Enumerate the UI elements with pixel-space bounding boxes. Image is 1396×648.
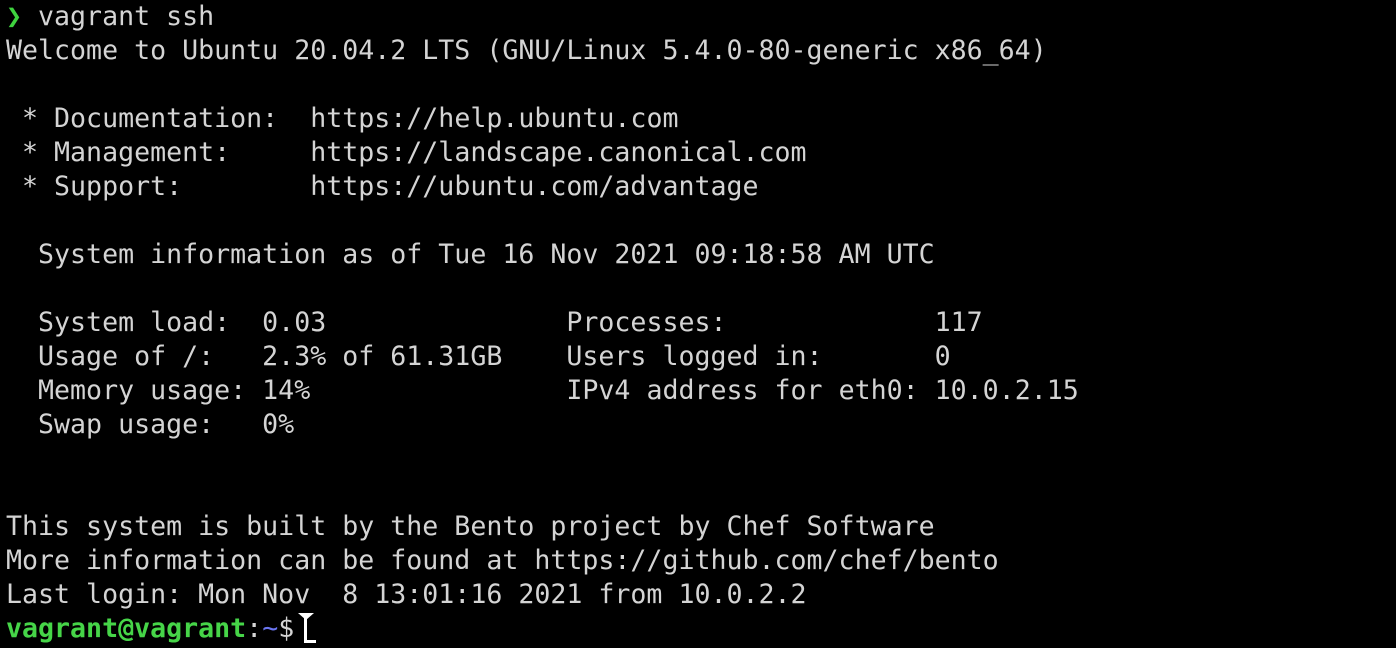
sysinfo-right: Users logged in: 0 [566,341,951,372]
link-line-support: * Support: https://ubuntu.com/advantage [6,170,1396,204]
bento-line-2: More information can be found at https:/… [6,545,999,576]
command-text: vagrant ssh [22,1,215,32]
link-url: https://help.ubuntu.com [310,103,679,134]
sysinfo-right: IPv4 address for eth0: 10.0.2.15 [566,375,1079,406]
sysinfo-left: Usage of /: 2.3% of 61.31GB [6,341,567,372]
prompt-colon: : [246,613,263,644]
sysinfo-left: Swap usage: 0% [6,409,295,440]
sysinfo-left: Memory usage: 14% [6,375,567,406]
sysinfo-left: System load: 0.03 [6,307,567,338]
link-url: https://ubuntu.com/advantage [310,171,759,202]
link-label: * Support: [6,171,311,202]
terminal-window[interactable]: ❯ vagrant ssh Welcome to Ubuntu 20.04.2 … [0,0,1396,648]
link-label: * Documentation: [6,103,311,134]
prompt-path: ~ [262,613,279,644]
sysinfo-row: Usage of /: 2.3% of 61.31GB Users logged… [6,340,1396,374]
command-line: ❯ vagrant ssh [6,0,1396,34]
sysinfo-right: Processes: 117 [566,307,983,338]
sysinfo-row: Swap usage: 0% [6,408,1396,442]
prompt-dollar: $ [278,613,295,644]
link-url: https://landscape.canonical.com [310,137,807,168]
welcome-line: Welcome to Ubuntu 20.04.2 LTS (GNU/Linux… [6,35,1047,66]
sysinfo-row: System load: 0.03 Processes: 117 [6,306,1396,340]
text-cursor-icon[interactable] [298,613,317,643]
prompt-arrow-icon: ❯ [6,1,23,32]
sysinfo-row: Memory usage: 14% IPv4 address for eth0:… [6,374,1396,408]
link-line-management: * Management: https://landscape.canonica… [6,136,1396,170]
sysinfo-header: System information as of Tue 16 Nov 2021… [6,239,935,270]
prompt-user-host: vagrant@vagrant [6,613,247,644]
shell-prompt-line[interactable]: vagrant@vagrant:~$ [6,612,1396,646]
link-line-documentation: * Documentation: https://help.ubuntu.com [6,102,1396,136]
last-login-line: Last login: Mon Nov 8 13:01:16 2021 from… [6,579,807,610]
bento-line-1: This system is built by the Bento projec… [6,511,935,542]
link-label: * Management: [6,137,311,168]
